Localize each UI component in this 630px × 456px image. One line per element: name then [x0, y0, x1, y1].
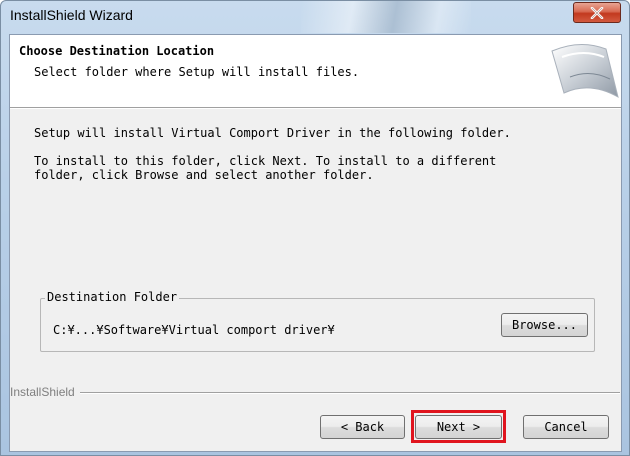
cancel-button[interactable]: Cancel [523, 415, 609, 439]
installshield-logo-icon [551, 44, 619, 99]
title-bar[interactable]: InstallShield Wizard [1, 1, 629, 33]
instruction-text-line2: folder, click Browse and select another … [34, 168, 374, 182]
instruction-text-line1: To install to this folder, click Next. T… [34, 154, 497, 168]
header-panel: Choose Destination Location Select folde… [10, 35, 621, 108]
page-subtitle: Select folder where Setup will install f… [34, 65, 360, 79]
destination-folder-group: Destination Folder C:¥...¥Software¥Virtu… [40, 290, 595, 352]
window-title: InstallShield Wizard [10, 7, 133, 23]
intro-text: Setup will install Virtual Comport Drive… [34, 126, 511, 140]
installer-window: InstallShield Wizard Choose Destination … [0, 0, 630, 456]
wizard-client-area: Choose Destination Location Select folde… [9, 34, 622, 452]
titlebar-reflection [301, 1, 471, 33]
destination-folder-label: Destination Folder [45, 290, 180, 304]
back-button[interactable]: < Back [320, 415, 405, 439]
next-button-highlight [411, 410, 506, 443]
footer-divider-highlight [80, 393, 620, 394]
installshield-brand: InstallShield [10, 385, 79, 399]
browse-button[interactable]: Browse... [501, 313, 588, 337]
close-button[interactable] [573, 2, 621, 23]
header-divider [10, 108, 621, 109]
page-title: Choose Destination Location [19, 44, 215, 58]
destination-path: C:¥...¥Software¥Virtual comport driver¥ [53, 323, 335, 337]
close-icon [590, 6, 604, 19]
